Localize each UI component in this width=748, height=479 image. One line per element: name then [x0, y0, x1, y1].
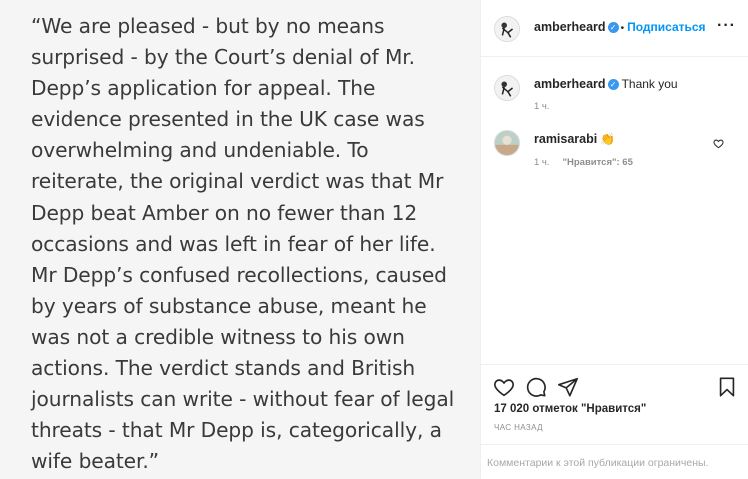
comment-likes[interactable]: "Нравится": 65: [563, 157, 633, 168]
avatar[interactable]: [494, 16, 520, 42]
post-actions: 17 020 отметок "Нравится" ЧАС НАЗАД Комм…: [481, 364, 748, 479]
share-icon[interactable]: [557, 376, 579, 398]
comment-item: amberheard ✓ Thank you 1 ч.: [481, 75, 748, 115]
ellipsis-icon[interactable]: ···: [717, 17, 736, 35]
post-header: amberheard ✓ • Подписаться ···: [481, 0, 748, 57]
comment-text: Thank you: [621, 77, 678, 91]
follow-button[interactable]: Подписаться: [627, 20, 705, 34]
like-comment-heart-icon[interactable]: [713, 138, 724, 149]
comment-username[interactable]: amberheard: [534, 77, 606, 91]
post-image: “We are pleased - but by no means surpri…: [0, 0, 480, 479]
comment-time[interactable]: 1 ч.: [534, 157, 550, 168]
avatar-image-icon: [495, 76, 519, 100]
comment-icon[interactable]: [525, 376, 547, 398]
comment-meta: 1 ч. "Нравится": 65: [534, 157, 633, 168]
verified-badge-icon: ✓: [607, 22, 619, 33]
avatar[interactable]: [494, 130, 520, 156]
comment-item: ramisarabi 👏 1 ч. "Нравится": 65: [481, 130, 748, 170]
comment-body: ramisarabi 👏: [534, 132, 615, 146]
verified-badge-icon: ✓: [607, 79, 619, 90]
post-timestamp[interactable]: ЧАС НАЗАД: [494, 423, 543, 432]
comment-username[interactable]: ramisarabi: [534, 132, 597, 146]
post-side-panel: amberheard ✓ • Подписаться ··· amberheard ✓ T…: [480, 0, 748, 479]
comment-meta: 1 ч.: [534, 101, 550, 112]
post-quote-text: “We are pleased - but by no means surpri…: [31, 14, 455, 474]
comment-time[interactable]: 1 ч.: [534, 101, 550, 112]
header-username[interactable]: amberheard: [534, 20, 606, 34]
avatar[interactable]: [494, 75, 520, 101]
comments-restricted-notice: Комментарии к этой публикации ограничены…: [481, 444, 748, 479]
bookmark-icon[interactable]: [716, 376, 738, 398]
heart-icon[interactable]: [493, 376, 515, 398]
avatar-image-icon: [495, 131, 519, 155]
header-user-row: amberheard ✓ • Подписаться: [534, 20, 706, 34]
likes-count[interactable]: 17 020 отметок "Нравится": [494, 403, 646, 415]
comment-body: amberheard ✓ Thank you: [534, 77, 678, 91]
avatar-image-icon: [495, 17, 519, 41]
comment-text: 👏: [600, 132, 616, 146]
separator-dot: •: [620, 23, 625, 34]
